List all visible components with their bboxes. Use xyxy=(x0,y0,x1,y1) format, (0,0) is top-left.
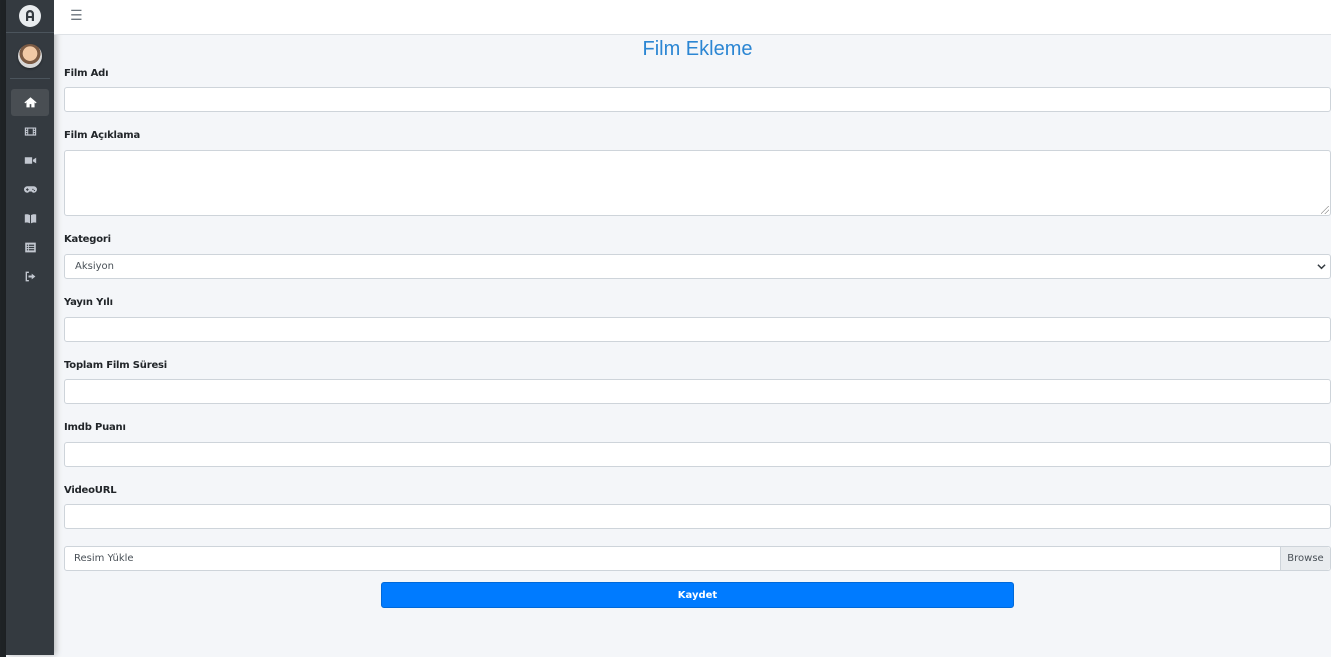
user-avatar[interactable] xyxy=(18,43,42,68)
kategori-label: Kategori xyxy=(64,234,111,245)
sidebar-item-books[interactable] xyxy=(11,205,49,232)
list-icon xyxy=(24,242,36,253)
imdb-input[interactable] xyxy=(64,442,1331,467)
brand-link[interactable] xyxy=(6,0,54,33)
imdb-label: Imdb Puanı xyxy=(64,422,126,433)
kaydet-button[interactable]: Kaydet xyxy=(381,582,1014,608)
film-adi-input[interactable] xyxy=(64,87,1331,112)
toplam-sure-label: Toplam Film Süresi xyxy=(64,360,168,371)
brand-logo-icon xyxy=(19,5,41,27)
user-panel[interactable] xyxy=(10,33,50,79)
sidebar-item-films[interactable] xyxy=(11,118,49,145)
page-title: Film Ekleme xyxy=(642,38,753,60)
gamepad-icon xyxy=(23,186,37,193)
sidebar-nav xyxy=(6,79,54,290)
sidebar xyxy=(6,0,54,655)
yayin-yili-input[interactable] xyxy=(64,317,1331,342)
sidebar-item-home[interactable] xyxy=(11,89,49,116)
film-adi-label: Film Adı xyxy=(64,68,109,79)
home-icon xyxy=(23,97,37,108)
sidebar-item-list[interactable] xyxy=(11,234,49,261)
sign-out-icon xyxy=(25,271,35,282)
browse-button[interactable]: Browse xyxy=(1280,547,1330,570)
kategori-selected-value: Aksiyon xyxy=(75,261,114,272)
resim-file-input[interactable]: Resim Yükle Browse xyxy=(64,546,1331,571)
resize-grip-icon[interactable] xyxy=(1321,206,1329,214)
yayin-yili-label: Yayın Yılı xyxy=(64,297,113,308)
film-aciklama-label: Film Açıklama xyxy=(64,130,141,141)
sidebar-item-games[interactable] xyxy=(11,176,49,203)
hamburger-icon[interactable]: ☰ xyxy=(70,8,83,24)
film-aciklama-textarea[interactable] xyxy=(64,150,1331,216)
resim-file-label: Resim Yükle xyxy=(74,553,134,564)
video-url-input[interactable] xyxy=(64,504,1331,529)
kategori-select[interactable]: Aksiyon xyxy=(64,254,1331,279)
chevron-down-icon xyxy=(1317,264,1326,270)
toplam-sure-input[interactable] xyxy=(64,379,1331,404)
sidebar-item-videos[interactable] xyxy=(11,147,49,174)
video-url-label: VideoURL xyxy=(64,485,117,496)
film-icon xyxy=(24,127,36,136)
top-navbar: ☰ xyxy=(54,0,1331,35)
sidebar-item-logout[interactable] xyxy=(11,263,49,290)
book-icon xyxy=(24,214,36,224)
video-camera-icon xyxy=(24,157,36,164)
